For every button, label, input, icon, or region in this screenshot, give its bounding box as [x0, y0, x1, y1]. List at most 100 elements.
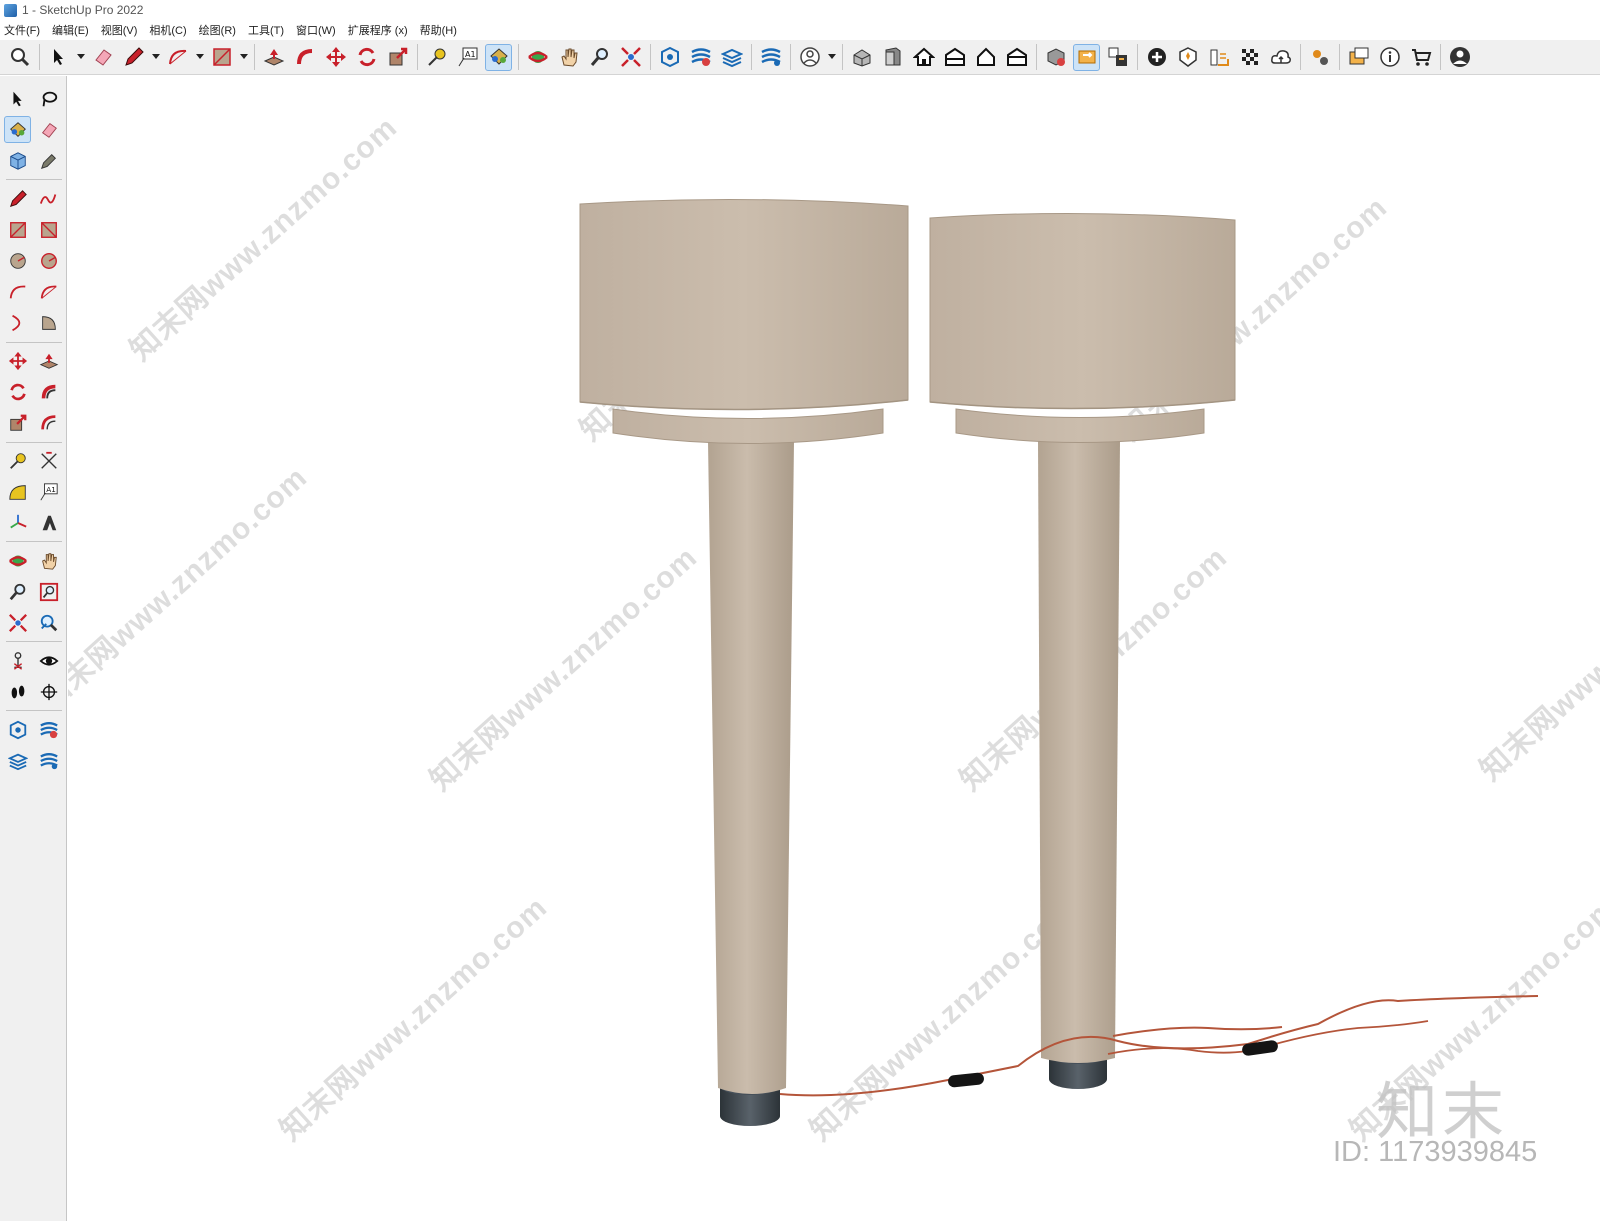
component-icon[interactable]	[4, 147, 31, 174]
iso-view-icon[interactable]	[848, 44, 875, 71]
push-pull-icon[interactable]	[260, 44, 287, 71]
dialog-icon[interactable]	[1345, 44, 1372, 71]
left-view-icon[interactable]	[1003, 44, 1030, 71]
eraser-icon[interactable]	[89, 44, 116, 71]
zoom-icon[interactable]	[4, 578, 31, 605]
add-location-icon[interactable]	[1143, 44, 1170, 71]
tag-icon[interactable]	[35, 147, 62, 174]
offset-icon[interactable]	[35, 409, 62, 436]
zoom-window-icon[interactable]	[35, 578, 62, 605]
outliner-icon[interactable]	[35, 747, 62, 774]
axes-icon[interactable]	[4, 509, 31, 536]
menu-help[interactable]: 帮助(H)	[420, 22, 457, 38]
previous-view-icon[interactable]	[35, 609, 62, 636]
menu-draw[interactable]: 绘图(R)	[199, 22, 236, 38]
sandbox-icon[interactable]	[4, 716, 31, 743]
circle-icon[interactable]	[4, 247, 31, 274]
menu-extensions[interactable]: 扩展程序 (x)	[348, 22, 408, 38]
text-icon[interactable]: A1	[454, 44, 481, 71]
layers-icon[interactable]	[687, 44, 714, 71]
look-around-icon[interactable]	[35, 647, 62, 674]
pan-icon[interactable]	[35, 547, 62, 574]
scale-icon[interactable]	[4, 409, 31, 436]
drawing-area[interactable]: 知末网www.znzmo.com 知末网www.znzmo.com 知末网www…	[68, 76, 1600, 1221]
arc-icon[interactable]	[164, 44, 191, 71]
section-plane-icon[interactable]	[35, 678, 62, 705]
walk-icon[interactable]	[4, 678, 31, 705]
pan-icon[interactable]	[555, 44, 582, 71]
text-icon[interactable]: A1	[35, 478, 62, 505]
pie-icon[interactable]	[35, 309, 62, 336]
menu-view[interactable]: 视图(V)	[101, 22, 138, 38]
back-view-icon[interactable]	[972, 44, 999, 71]
line-icon[interactable]	[4, 185, 31, 212]
chevron-down-icon[interactable]	[151, 44, 160, 71]
section-display-icon[interactable]	[1104, 44, 1131, 71]
floor-lamp-left[interactable]	[579, 198, 909, 1126]
two-point-arc-icon[interactable]	[35, 278, 62, 305]
chevron-down-icon[interactable]	[827, 44, 836, 71]
protractor-icon[interactable]	[4, 478, 31, 505]
polygon-icon[interactable]	[35, 247, 62, 274]
chevron-down-icon[interactable]	[76, 44, 85, 71]
tags-icon[interactable]	[4, 747, 31, 774]
match-photo-icon[interactable]	[1236, 44, 1263, 71]
rotate-icon[interactable]	[353, 44, 380, 71]
select-icon[interactable]	[4, 85, 31, 112]
tape-measure-icon[interactable]	[423, 44, 450, 71]
layers-icon[interactable]	[35, 716, 62, 743]
styles-icon[interactable]	[796, 44, 823, 71]
scale-icon[interactable]	[384, 44, 411, 71]
select-icon[interactable]	[45, 44, 72, 71]
eraser-icon[interactable]	[35, 116, 62, 143]
menu-camera[interactable]: 相机(C)	[149, 22, 186, 38]
dimension-icon[interactable]	[35, 447, 62, 474]
shadows-icon[interactable]	[1174, 44, 1201, 71]
menu-tools[interactable]: 工具(T)	[248, 22, 284, 38]
outliner-icon[interactable]	[757, 44, 784, 71]
solid-tools-icon[interactable]	[1042, 44, 1069, 71]
floor-lamp-right[interactable]	[929, 212, 1236, 1089]
arc-icon[interactable]	[4, 278, 31, 305]
orbit-icon[interactable]	[4, 547, 31, 574]
warehouse-icon[interactable]	[1407, 44, 1434, 71]
rotate-icon[interactable]	[4, 378, 31, 405]
lasso-icon[interactable]	[35, 85, 62, 112]
menu-edit[interactable]: 编辑(E)	[52, 22, 89, 38]
position-camera-icon[interactable]	[4, 647, 31, 674]
rotated-rectangle-icon[interactable]	[35, 216, 62, 243]
home-view-icon[interactable]	[910, 44, 937, 71]
move-icon[interactable]	[322, 44, 349, 71]
chevron-down-icon[interactable]	[195, 44, 204, 71]
rectangle-icon[interactable]	[4, 216, 31, 243]
tags-icon[interactable]	[718, 44, 745, 71]
orbit-icon[interactable]	[524, 44, 551, 71]
zoom-window-icon[interactable]	[617, 44, 644, 71]
info-icon[interactable]	[1376, 44, 1403, 71]
front-view-icon[interactable]	[879, 44, 906, 71]
zoom-extents-icon[interactable]	[6, 44, 33, 71]
menu-file[interactable]: 文件(F)	[4, 22, 40, 38]
zoom-extents-icon[interactable]	[4, 609, 31, 636]
sandbox-icon[interactable]	[656, 44, 683, 71]
extension-manager-icon[interactable]	[1306, 44, 1333, 71]
chevron-down-icon[interactable]	[239, 44, 248, 71]
3d-text-icon[interactable]	[35, 509, 62, 536]
rectangle-icon[interactable]	[208, 44, 235, 71]
account-icon[interactable]	[1446, 44, 1473, 71]
pencil-icon[interactable]	[120, 44, 147, 71]
section-plane-icon[interactable]	[1073, 43, 1100, 71]
push-pull-icon[interactable]	[35, 347, 62, 374]
zoom-icon[interactable]	[586, 44, 613, 71]
three-point-arc-icon[interactable]	[4, 309, 31, 336]
tape-measure-icon[interactable]	[4, 447, 31, 474]
cloud-icon[interactable]	[1267, 44, 1294, 71]
paint-bucket-icon[interactable]	[485, 43, 512, 71]
right-view-icon[interactable]	[941, 44, 968, 71]
move-icon[interactable]	[4, 347, 31, 374]
fog-icon[interactable]	[1205, 44, 1232, 71]
paint-bucket-icon[interactable]	[4, 116, 31, 143]
menu-window[interactable]: 窗口(W)	[296, 22, 336, 38]
follow-me-icon[interactable]	[291, 44, 318, 71]
follow-me-icon[interactable]	[35, 378, 62, 405]
